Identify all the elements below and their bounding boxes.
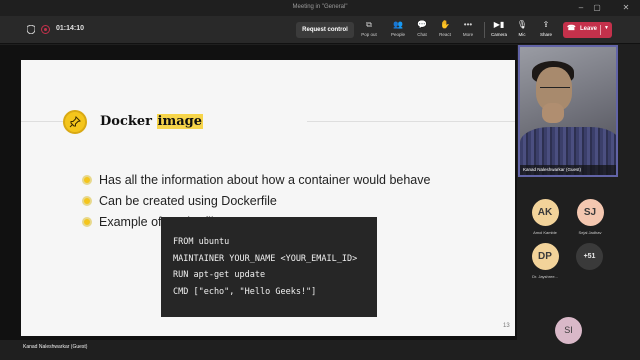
- code-line: MAINTAINER YOUR_NAME <YOUR_EMAIL_ID>: [173, 253, 358, 264]
- participant-name: Dr. Jayshree...: [532, 274, 558, 279]
- shield-icon: [27, 25, 35, 34]
- participant-name: Sejal Jadhav: [578, 230, 602, 235]
- leave-divider: [600, 25, 601, 35]
- pin-icon: [63, 110, 87, 134]
- bullet-dot-icon: [82, 196, 92, 206]
- people-label: People: [390, 32, 405, 37]
- avatar: SJ: [576, 199, 604, 226]
- mic-icon: 🎙: [516, 20, 528, 29]
- video-person-glasses: [540, 87, 570, 93]
- participant-tile[interactable]: SJ Sejal Jadhav: [570, 199, 610, 235]
- people-button[interactable]: 👥 People: [385, 20, 411, 42]
- code-line: FROM ubuntu: [173, 237, 230, 247]
- video-person-hand: [542, 103, 564, 123]
- participant-video-tile[interactable]: Kanad Naleshwarkar (Guest): [518, 45, 618, 177]
- close-icon[interactable]: ✕: [620, 2, 632, 14]
- request-control-button[interactable]: Request control: [296, 22, 354, 38]
- title-bar: Meeting in "General" – ▢ ✕: [0, 0, 640, 16]
- bullet-text: Has all the information about how a cont…: [99, 173, 431, 187]
- slide-title-highlight: image: [156, 114, 204, 129]
- participant-name: Amol Kamble: [533, 230, 557, 235]
- slide-title: Docker image: [100, 114, 204, 129]
- presentation-slide: Docker image Has all the information abo…: [21, 60, 515, 336]
- meeting-timer: 01:14:10: [56, 25, 85, 32]
- people-icon: 👥: [393, 20, 403, 29]
- more-icon: •••: [463, 20, 473, 29]
- self-avatar[interactable]: SI: [555, 317, 582, 344]
- bullet-dot-icon: [82, 175, 92, 185]
- toolbar-divider: [484, 22, 485, 38]
- teams-meeting-window: Meeting in "General" – ▢ ✕ 01:14:10 Requ…: [0, 0, 640, 360]
- bullet-text: Can be created using Dockerfile: [99, 194, 277, 208]
- popout-button[interactable]: ⧉ Pop out: [356, 20, 382, 42]
- more-participants-button[interactable]: +51: [576, 243, 603, 270]
- slide-title-text: Docker: [100, 114, 152, 129]
- share-button[interactable]: ⇪ Share: [533, 20, 559, 42]
- maximize-icon[interactable]: ▢: [591, 2, 603, 14]
- popout-icon: ⧉: [366, 20, 372, 29]
- mic-button[interactable]: 🎙 Mic: [509, 20, 535, 42]
- presenter-name: Kanad Naleshwarkar (Guest): [23, 344, 88, 350]
- chevron-down-icon[interactable]: ▼: [604, 25, 609, 31]
- participants-panel: Kanad Naleshwarkar (Guest) AK Amol Kambl…: [517, 45, 640, 360]
- title-rule-left: [21, 121, 63, 122]
- share-label: Share: [539, 32, 552, 37]
- phone-hangup-icon: ☎: [567, 25, 576, 32]
- participant-tile[interactable]: AK Amol Kamble: [525, 199, 565, 235]
- mic-label: Mic: [518, 32, 526, 37]
- leave-label: Leave: [580, 26, 598, 32]
- share-icon: ⇪: [542, 20, 550, 29]
- window-title: Meeting in "General": [292, 4, 348, 10]
- avatar: AK: [531, 199, 559, 226]
- recording-icon: [41, 25, 50, 34]
- code-line: RUN apt-get update: [173, 270, 266, 280]
- minimize-icon[interactable]: –: [575, 2, 587, 14]
- avatar: DP: [531, 243, 559, 270]
- code-line: CMD ["echo", "Hello Geeks!"]: [173, 286, 317, 297]
- popout-label: Pop out: [361, 32, 377, 37]
- title-rule-right: [307, 121, 515, 122]
- leave-button[interactable]: ☎ Leave ▼: [563, 22, 612, 38]
- participant-tile[interactable]: DP Dr. Jayshree...: [525, 243, 565, 279]
- bullet-dot-icon: [82, 217, 92, 227]
- more-button[interactable]: ••• More: [455, 20, 481, 42]
- meeting-toolbar: 01:14:10 Request control ⧉ Pop out 👥 Peo…: [0, 16, 640, 44]
- dockerfile-code-block: FROM ubuntu MAINTAINER YOUR_NAME <YOUR_E…: [161, 217, 377, 317]
- more-label: More: [462, 32, 474, 37]
- slide-page-number: 13: [503, 323, 510, 329]
- video-participant-name: Kanad Naleshwarkar (Guest): [520, 165, 616, 175]
